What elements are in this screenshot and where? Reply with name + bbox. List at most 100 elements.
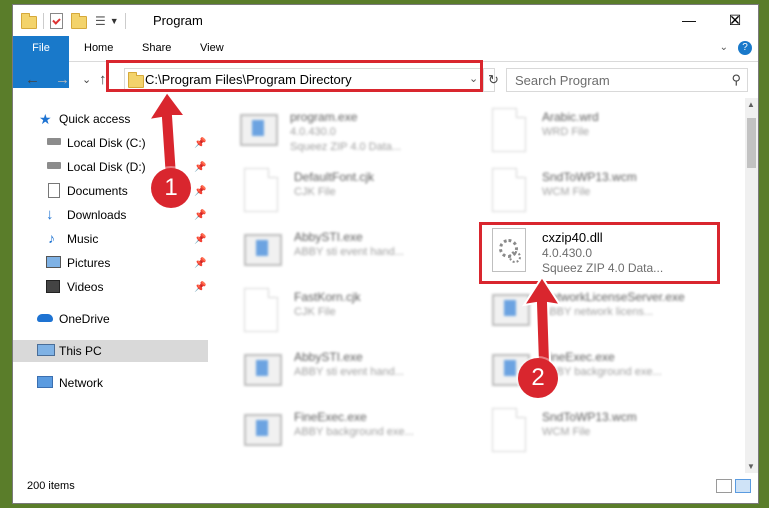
minimize-button[interactable]: —: [666, 5, 712, 35]
sidebar-item-label: This PC: [59, 344, 102, 358]
file-name: cxzip40.dll: [542, 230, 603, 245]
music-icon: ♪: [48, 230, 55, 246]
pin-icon[interactable]: 📌: [194, 258, 206, 269]
file-type: CJK File: [294, 186, 336, 198]
item-count: 200 items: [27, 480, 75, 492]
help-icon[interactable]: ?: [738, 41, 752, 55]
file-name: FineExec.exe: [542, 350, 615, 364]
file-type: WRD File: [542, 126, 590, 138]
sidebar-item-downloads[interactable]: ↓ Downloads 📌: [13, 204, 208, 226]
pin-icon[interactable]: 📌: [194, 234, 206, 245]
scroll-down-icon[interactable]: ▼: [747, 462, 755, 471]
file-item[interactable]: SndToWP13.wcm WCM File: [492, 166, 722, 218]
file-name: NetworkLicenseServer.exe: [542, 290, 685, 304]
document-icon: [492, 108, 530, 152]
sidebar-item-videos[interactable]: Videos 📌: [13, 276, 208, 298]
explorer-window: ☰ ▼ Program — ☐ File Home Share View ⌄ ?…: [13, 5, 758, 503]
file-name: program.exe: [290, 110, 358, 124]
application-icon: [244, 348, 282, 392]
file-item[interactable]: FineExec.exe ABBY background exe...: [244, 406, 474, 458]
refresh-icon[interactable]: ↻: [483, 69, 499, 91]
pin-icon[interactable]: 📌: [194, 210, 206, 221]
tiles-view-icon[interactable]: [735, 479, 751, 493]
customize-toolbar-icon[interactable]: ☰: [95, 14, 106, 28]
file-item[interactable]: NetworkLicenseServer.exe ABBY network li…: [492, 286, 722, 338]
sidebar-item-label: Downloads: [67, 208, 127, 222]
sidebar-item-label: Quick access: [59, 112, 131, 126]
forward-button[interactable]: →: [55, 71, 70, 88]
sidebar-item-pictures[interactable]: Pictures 📌: [13, 252, 208, 274]
annotation-badge-2: 2: [518, 358, 558, 398]
scroll-up-icon[interactable]: ▲: [747, 100, 755, 109]
file-list: program.exe 4.0.430.0 Squeez ZIP 4.0 Dat…: [220, 98, 740, 463]
back-button[interactable]: ←: [25, 71, 40, 88]
sidebar-item-quick-access[interactable]: ★ Quick access: [13, 108, 208, 130]
sidebar-item-this-pc[interactable]: This PC: [13, 340, 208, 362]
file-item-cxzip40-dll[interactable]: cxzip40.dll 4.0.430.0 Squeez ZIP 4.0 Dat…: [492, 226, 722, 278]
application-icon: [240, 108, 278, 152]
document-icon: [244, 168, 282, 212]
computer-icon: [37, 344, 55, 356]
file-item[interactable]: AbbySTI.exe ABBY sti event hand...: [244, 346, 474, 398]
file-description: ABBY sti event hand...: [294, 246, 404, 258]
cloud-icon: [37, 314, 53, 322]
close-button[interactable]: ✕: [712, 5, 758, 35]
vertical-scrollbar[interactable]: ▲ ▼: [745, 98, 758, 473]
tab-home[interactable]: Home: [70, 36, 127, 61]
folder-icon: [128, 72, 144, 88]
pin-icon[interactable]: 📌: [194, 282, 206, 293]
pictures-icon: [46, 256, 61, 268]
file-item[interactable]: SndToWP13.wcm WCM File: [492, 406, 722, 458]
sidebar-item-network[interactable]: Network: [13, 372, 208, 394]
scrollbar-thumb[interactable]: [747, 118, 756, 168]
window-title: Program: [153, 13, 203, 28]
sidebar-item-label: Documents: [67, 184, 128, 198]
sidebar-item-label: OneDrive: [59, 312, 110, 326]
divider: [124, 12, 126, 29]
document-icon: [492, 168, 530, 212]
sidebar-item-local-disk-c[interactable]: Local Disk (C:) 📌: [13, 132, 208, 154]
sidebar-item-music[interactable]: ♪ Music 📌: [13, 228, 208, 250]
folder-icon: [21, 13, 37, 29]
chevron-down-icon[interactable]: ▼: [110, 16, 119, 26]
details-view-icon[interactable]: [716, 479, 732, 493]
file-item[interactable]: Arabic.wrd WRD File: [492, 106, 722, 158]
pin-icon[interactable]: 📌: [194, 162, 206, 173]
address-bar[interactable]: C:\Program Files\Program Directory ⌄ ↻: [124, 68, 499, 92]
file-type: WCM File: [542, 426, 591, 438]
pin-icon[interactable]: 📌: [194, 186, 206, 197]
ribbon-tabs: File Home Share View ⌄ ?: [13, 36, 758, 88]
chevron-down-icon[interactable]: ⌄: [469, 72, 478, 85]
file-item[interactable]: AbbySTI.exe ABBY sti event hand...: [244, 226, 474, 278]
up-button[interactable]: ↑: [99, 71, 107, 88]
annotation-badge-1: 1: [151, 168, 191, 208]
search-input[interactable]: Search Program ⚲: [506, 68, 748, 92]
tab-view[interactable]: View: [186, 36, 238, 61]
search-icon[interactable]: ⚲: [731, 72, 741, 88]
downloads-icon: ↓: [46, 206, 54, 223]
sidebar-item-onedrive[interactable]: OneDrive: [13, 308, 208, 330]
file-name: FineExec.exe: [294, 410, 367, 424]
application-icon: [492, 288, 530, 332]
drive-icon: [47, 138, 61, 145]
file-item[interactable]: program.exe 4.0.430.0 Squeez ZIP 4.0 Dat…: [240, 106, 470, 158]
address-path[interactable]: C:\Program Files\Program Directory: [145, 72, 352, 87]
file-description: ABBY background exe...: [542, 366, 662, 378]
sidebar-item-label: Network: [59, 376, 104, 390]
application-icon: [244, 228, 282, 272]
pin-icon[interactable]: 📌: [194, 138, 206, 149]
expand-ribbon-icon[interactable]: ⌄: [720, 42, 728, 53]
drive-icon: [47, 162, 61, 169]
recent-locations-button[interactable]: ⌄: [82, 73, 91, 86]
sidebar-item-label: Pictures: [67, 256, 111, 270]
navigation-bar: ← → ⌄ ↑ C:\Program Files\Program Directo…: [13, 62, 758, 96]
sidebar-item-label: Local Disk (C:): [67, 136, 146, 150]
file-version: 4.0.430.0: [290, 126, 336, 138]
file-item[interactable]: DefaultFont.cjk CJK File: [244, 166, 474, 218]
file-item[interactable]: FastKorn.cjk CJK File: [244, 286, 474, 338]
new-folder-icon[interactable]: [71, 13, 87, 29]
documents-icon: [48, 183, 60, 198]
file-type: WCM File: [542, 186, 591, 198]
properties-icon[interactable]: [50, 12, 63, 29]
tab-share[interactable]: Share: [128, 36, 185, 61]
